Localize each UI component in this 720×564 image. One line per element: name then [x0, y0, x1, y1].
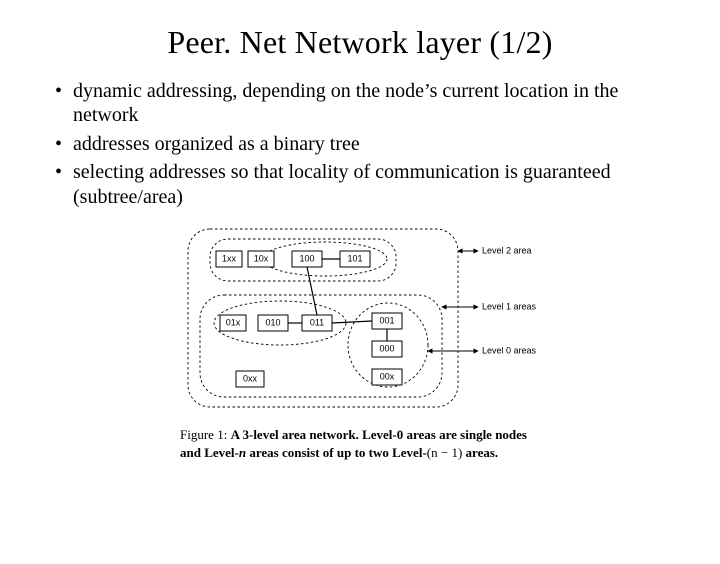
- annotation-level2: Level 2 area: [482, 245, 532, 255]
- figure-container: 1xx 10x 100 101 0xx 01x: [0, 223, 720, 461]
- node-label: 100: [299, 253, 314, 263]
- caption-text: areas consist of up to two Level-: [246, 445, 427, 460]
- annotation-level1: Level 1 areas: [482, 301, 537, 311]
- slide-title: Peer. Net Network layer (1/2): [0, 24, 720, 61]
- network-diagram: 1xx 10x 100 101 0xx 01x: [180, 223, 540, 413]
- edge: [307, 267, 317, 315]
- figure-caption: Figure 1: A 3-level area network. Level-…: [180, 426, 540, 461]
- bullet-item: selecting addresses so that locality of …: [55, 160, 680, 209]
- area-label: 00x: [380, 371, 395, 381]
- caption-text: areas.: [462, 445, 498, 460]
- diagram-svg: 1xx 10x 100 101 0xx 01x: [180, 223, 540, 413]
- area-label: 0xx: [243, 373, 258, 383]
- area-label: 01x: [226, 317, 241, 327]
- edge: [332, 321, 372, 323]
- node-label: 001: [379, 315, 394, 325]
- node-label: 000: [379, 343, 394, 353]
- node-label: 101: [347, 253, 362, 263]
- caption-expr: (n − 1): [427, 445, 463, 460]
- node-label: 010: [265, 317, 280, 327]
- annotation-level0: Level 0 areas: [482, 345, 537, 355]
- caption-prefix: Figure 1:: [180, 427, 231, 442]
- area-label: 10x: [254, 253, 269, 263]
- slide: Peer. Net Network layer (1/2) dynamic ad…: [0, 24, 720, 564]
- area-label: 1xx: [222, 253, 237, 263]
- bullet-list: dynamic addressing, depending on the nod…: [55, 79, 680, 209]
- bullet-item: addresses organized as a binary tree: [55, 132, 680, 156]
- bullet-item: dynamic addressing, depending on the nod…: [55, 79, 680, 128]
- node-label: 011: [310, 317, 324, 327]
